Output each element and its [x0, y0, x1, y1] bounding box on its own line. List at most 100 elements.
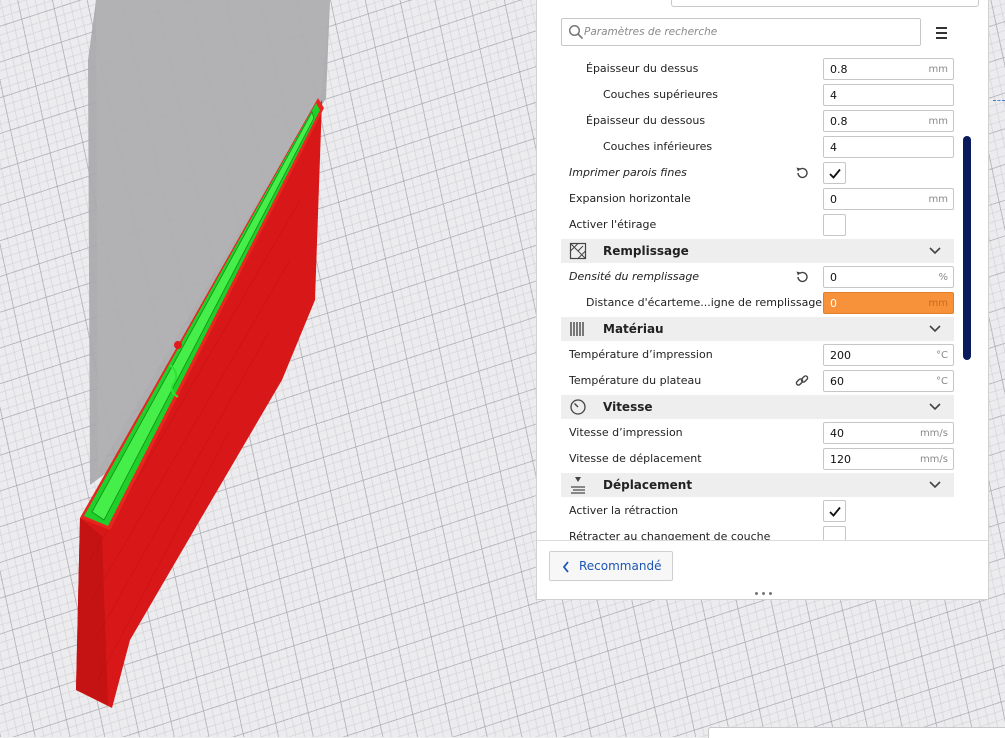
print-settings-panel: Épaisseur du dessus 0.8 mm Couches supérieu…	[536, 0, 989, 600]
setting-value: 0	[830, 193, 837, 206]
setting-value: 4	[830, 89, 837, 102]
travel-icon	[569, 476, 587, 494]
panel-top-stub	[671, 0, 979, 7]
settings-search-box[interactable]	[561, 18, 921, 46]
setting-unit: mm	[928, 298, 948, 309]
reset-icon[interactable]	[795, 166, 809, 180]
setting-label: Activer l'étirage	[569, 218, 657, 231]
category-label: Remplissage	[603, 244, 689, 258]
setting-label: Température d’impression	[569, 348, 713, 361]
setting-unit: mm	[928, 116, 948, 127]
setting-row: Activer la rétraction	[561, 498, 954, 524]
setting-checkbox[interactable]	[823, 214, 846, 236]
setting-checkbox[interactable]	[823, 500, 846, 522]
setting-value: 200	[830, 349, 851, 362]
category-label: Vitesse	[603, 400, 653, 414]
setting-value: 0	[830, 271, 837, 284]
setting-label: Épaisseur du dessous	[586, 114, 706, 127]
bottom-panel-stub	[708, 727, 1005, 738]
setting-value: 60	[830, 375, 844, 388]
setting-value-input[interactable]: 0.8 mm	[823, 110, 954, 132]
setting-value: 0.8	[830, 63, 848, 76]
setting-label: Imprimer parois fines	[569, 166, 687, 179]
recommended-label: Recommandé	[579, 559, 662, 573]
setting-value-input[interactable]: 4	[823, 136, 954, 158]
setting-checkbox[interactable]	[823, 526, 846, 540]
setting-value: 0.8	[830, 115, 848, 128]
setting-label: Activer la rétraction	[569, 504, 679, 517]
setting-value-input[interactable]: 0.8 mm	[823, 58, 954, 80]
category-remplissage[interactable]: Remplissage	[561, 239, 954, 263]
setting-value: 0	[830, 297, 837, 310]
setting-label: Température du plateau	[569, 374, 702, 387]
setting-value: 120	[830, 453, 851, 466]
setting-row: Vitesse de déplacement 120 mm/s	[561, 446, 954, 472]
category-déplacement[interactable]: Déplacement	[561, 473, 954, 497]
chevron-down-icon[interactable]	[929, 246, 941, 256]
setting-row: Vitesse d’impression 40 mm/s	[561, 420, 954, 446]
setting-unit: °C	[936, 376, 948, 387]
setting-row: Température d’impression 200 °C	[561, 342, 954, 368]
setting-value-input[interactable]: 200 °C	[823, 344, 954, 366]
setting-value: 4	[830, 141, 837, 154]
setting-value-input[interactable]: 60 °C	[823, 370, 954, 392]
viewport-edge-marker	[993, 100, 1005, 105]
setting-row: Imprimer parois fines	[561, 160, 954, 186]
setting-label: Couches supérieures	[603, 88, 718, 101]
setting-row: Rétracter au changement de couche	[561, 524, 954, 540]
setting-label: Vitesse d’impression	[569, 426, 683, 439]
speed-gauge-icon	[569, 398, 587, 416]
setting-row: Densité du remplissage 0%	[561, 264, 954, 290]
search-icon	[568, 24, 584, 40]
infill-icon	[569, 242, 587, 260]
model-preview[interactable]	[0, 0, 540, 737]
setting-label: Rétracter au changement de couche	[569, 530, 771, 540]
setting-checkbox[interactable]	[823, 162, 846, 184]
setting-row: Couches inférieures 4	[561, 134, 954, 160]
footer-divider	[537, 540, 988, 541]
setting-unit: %	[938, 272, 948, 283]
setting-value-input[interactable]: 0 mm	[823, 292, 954, 314]
setting-unit: mm	[928, 194, 948, 205]
setting-row: Épaisseur du dessus 0.8 mm	[561, 56, 954, 82]
setting-row: Expansion horizontale 0 mm	[561, 186, 954, 212]
setting-label: Densité du remplissage	[569, 270, 700, 283]
settings-scrollbar[interactable]	[963, 136, 971, 360]
reset-icon[interactable]	[795, 270, 809, 284]
setting-value-input[interactable]: 120 mm/s	[823, 448, 954, 470]
chevron-left-icon	[562, 561, 569, 573]
chevron-down-icon[interactable]	[929, 402, 941, 412]
setting-label: Vitesse de déplacement	[569, 452, 702, 465]
chevron-down-icon[interactable]	[929, 480, 941, 490]
category-vitesse[interactable]: Vitesse	[561, 395, 954, 419]
setting-value-input[interactable]: 0 mm	[823, 188, 954, 210]
setting-unit: mm/s	[919, 428, 948, 439]
category-label: Déplacement	[603, 478, 693, 492]
hamburger-menu-icon[interactable]	[931, 22, 951, 42]
setting-label: Couches inférieures	[603, 140, 713, 153]
category-matériau[interactable]: Matériau	[561, 317, 954, 341]
setting-label: Épaisseur du dessus	[586, 62, 699, 75]
material-icon	[569, 320, 587, 338]
setting-row: Température du plateau 60 °C	[561, 368, 954, 394]
settings-list[interactable]: Épaisseur du dessus 0.8 mm Couches supérieu…	[561, 56, 954, 540]
recommended-mode-button[interactable]: Recommandé	[549, 551, 673, 581]
setting-row: Couches supérieures 4	[561, 82, 954, 108]
setting-value-input[interactable]: 4	[823, 84, 954, 106]
setting-value-input[interactable]: 0%	[823, 266, 954, 288]
setting-unit: °C	[936, 350, 948, 361]
setting-value: 40	[830, 427, 844, 440]
setting-label: Distance d'écarteme...igne de remplissag…	[586, 296, 823, 309]
setting-row: Activer l'étirage	[561, 212, 954, 238]
resize-grip-icon[interactable]	[755, 592, 773, 596]
search-input[interactable]	[584, 23, 904, 41]
chevron-down-icon[interactable]	[929, 324, 941, 334]
setting-unit: mm	[928, 64, 948, 75]
setting-value-input[interactable]: 40 mm/s	[823, 422, 954, 444]
link-icon	[795, 374, 809, 388]
setting-row: Distance d'écarteme...igne de remplissag…	[561, 290, 954, 316]
setting-row: Épaisseur du dessous 0.8 mm	[561, 108, 954, 134]
category-label: Matériau	[603, 322, 664, 336]
setting-unit: mm/s	[919, 454, 948, 465]
setting-label: Expansion horizontale	[569, 192, 691, 205]
